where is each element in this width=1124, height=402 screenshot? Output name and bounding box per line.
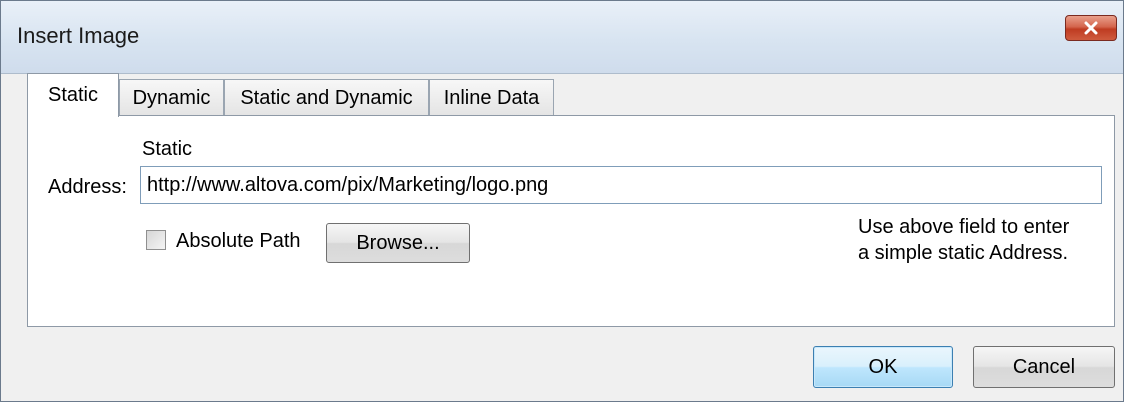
browse-button[interactable]: Browse... — [326, 223, 470, 263]
insert-image-dialog: Insert Image Static Dynamic Static and D… — [0, 0, 1124, 402]
hint-line-2: a simple static Address. — [858, 242, 1069, 264]
absolute-path-checkbox[interactable] — [146, 230, 166, 250]
cancel-button[interactable]: Cancel — [973, 346, 1115, 388]
tab-inline-data[interactable]: Inline Data — [429, 79, 554, 116]
address-label: Address: — [48, 176, 127, 198]
close-button[interactable] — [1065, 15, 1117, 41]
static-hint-text: Use above field to enter a simple static… — [858, 214, 1069, 266]
static-tab-panel: Static Address: Absolute Path Browse... … — [27, 115, 1115, 327]
ok-button[interactable]: OK — [813, 346, 953, 388]
dialog-title: Insert Image — [17, 23, 140, 48]
close-x-icon — [1083, 21, 1099, 35]
static-section-label: Static — [142, 138, 193, 160]
address-input[interactable] — [140, 166, 1102, 204]
tab-dynamic[interactable]: Dynamic — [119, 79, 224, 116]
hint-line-1: Use above field to enter — [858, 216, 1070, 238]
title-bar: Insert Image — [1, 1, 1123, 74]
absolute-path-label[interactable]: Absolute Path — [176, 230, 301, 253]
tab-static-and-dynamic[interactable]: Static and Dynamic — [224, 79, 429, 116]
tab-static[interactable]: Static — [27, 73, 119, 117]
